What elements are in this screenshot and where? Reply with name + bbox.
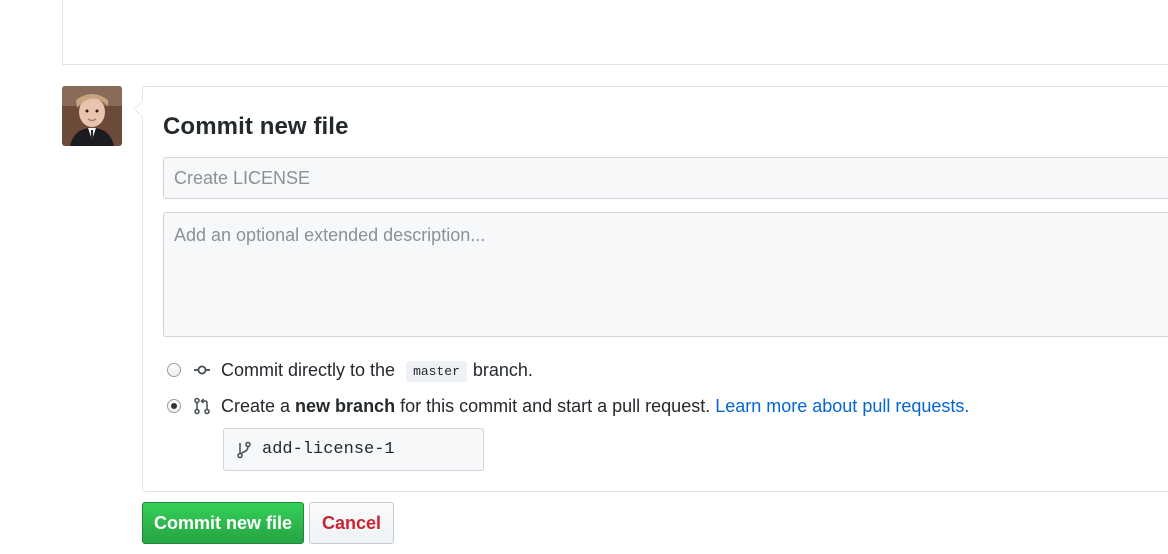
commit-summary-input[interactable]	[163, 157, 1168, 199]
previous-editor-box	[62, 0, 1168, 65]
commit-form-panel: Commit new file Commit directly to the m…	[134, 86, 1168, 492]
learn-more-pull-requests-link[interactable]: Learn more about pull requests.	[715, 396, 969, 417]
avatar	[62, 86, 122, 146]
new-branch-option[interactable]: Create a new branch for this commit and …	[167, 394, 969, 418]
new-branch-bold-text: new branch	[295, 395, 396, 416]
commit-direct-text: Commit directly to the	[221, 359, 396, 380]
cancel-button[interactable]: Cancel	[309, 502, 394, 544]
commit-description-input[interactable]	[163, 212, 1168, 337]
page-title: Commit new file	[163, 113, 349, 140]
git-branch-icon	[237, 441, 251, 458]
new-branch-text: Create a	[221, 395, 291, 416]
new-branch-radio[interactable]	[167, 399, 181, 413]
git-commit-icon	[194, 365, 210, 375]
new-branch-name-input[interactable]	[262, 440, 472, 459]
new-branch-text-after: for this commit and start a pull request…	[400, 395, 711, 416]
commit-new-file-button[interactable]: Commit new file	[142, 502, 304, 544]
new-branch-name-field[interactable]	[223, 428, 484, 471]
commit-direct-radio[interactable]	[167, 363, 181, 377]
current-branch-name: master	[406, 360, 467, 382]
git-pull-request-icon	[194, 397, 210, 415]
commit-direct-text-after: branch.	[472, 359, 533, 380]
commit-direct-option[interactable]: Commit directly to the master branch.	[167, 358, 533, 382]
